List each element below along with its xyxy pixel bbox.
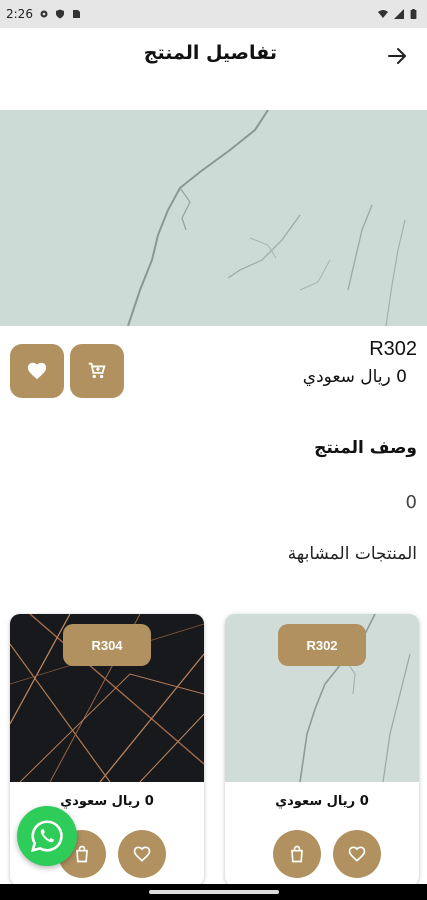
cart-icon [88,362,106,379]
similar-product-card[interactable]: R302 0 ريال سعودي [225,614,419,886]
status-left: 2:26 [6,7,81,21]
status-right [378,9,417,19]
page-title: تفاصيل المنتج [143,42,277,64]
product-price: 0 ريال سعودي [302,367,407,387]
heart-icon [27,362,47,380]
similar-product-price: 0 ريال سعودي [275,794,369,809]
description-heading: وصف المنتج [314,438,417,458]
similar-favorite-button[interactable] [333,830,381,878]
shopping-bag-icon [76,845,88,863]
similar-cart-button[interactable] [273,830,321,878]
similar-favorite-button[interactable] [118,830,166,878]
shopping-bag-icon [291,845,303,863]
whatsapp-icon [30,820,63,853]
home-indicator[interactable] [148,890,279,894]
wifi-status-icon [378,10,388,18]
system-nav-bar [0,884,427,900]
status-bar: 2:26 [0,0,427,28]
similar-products-heading: المنتجات المشابهة [287,544,417,564]
heart-outline-icon [348,846,366,862]
settings-status-icon [40,10,48,18]
product-code-badge: R302 [278,624,366,666]
back-arrow-icon[interactable] [385,44,409,68]
signal-status-icon [394,9,404,19]
app-bar: تفاصيل المنتج [0,28,427,84]
product-info: R302 0 ريال سعودي [303,338,417,387]
add-to-cart-button[interactable] [70,344,124,398]
status-time: 2:26 [6,7,33,21]
product-image [0,110,427,326]
sim-status-icon [72,10,80,18]
favorite-button[interactable] [10,344,64,398]
battery-status-icon [410,9,417,19]
description-text: 0 [405,492,417,513]
shield-status-icon [55,9,64,19]
whatsapp-button[interactable] [17,806,77,866]
marble-texture [0,110,427,326]
heart-outline-icon [133,846,151,862]
product-code-badge: R304 [63,624,151,666]
product-code: R302 [369,338,417,360]
